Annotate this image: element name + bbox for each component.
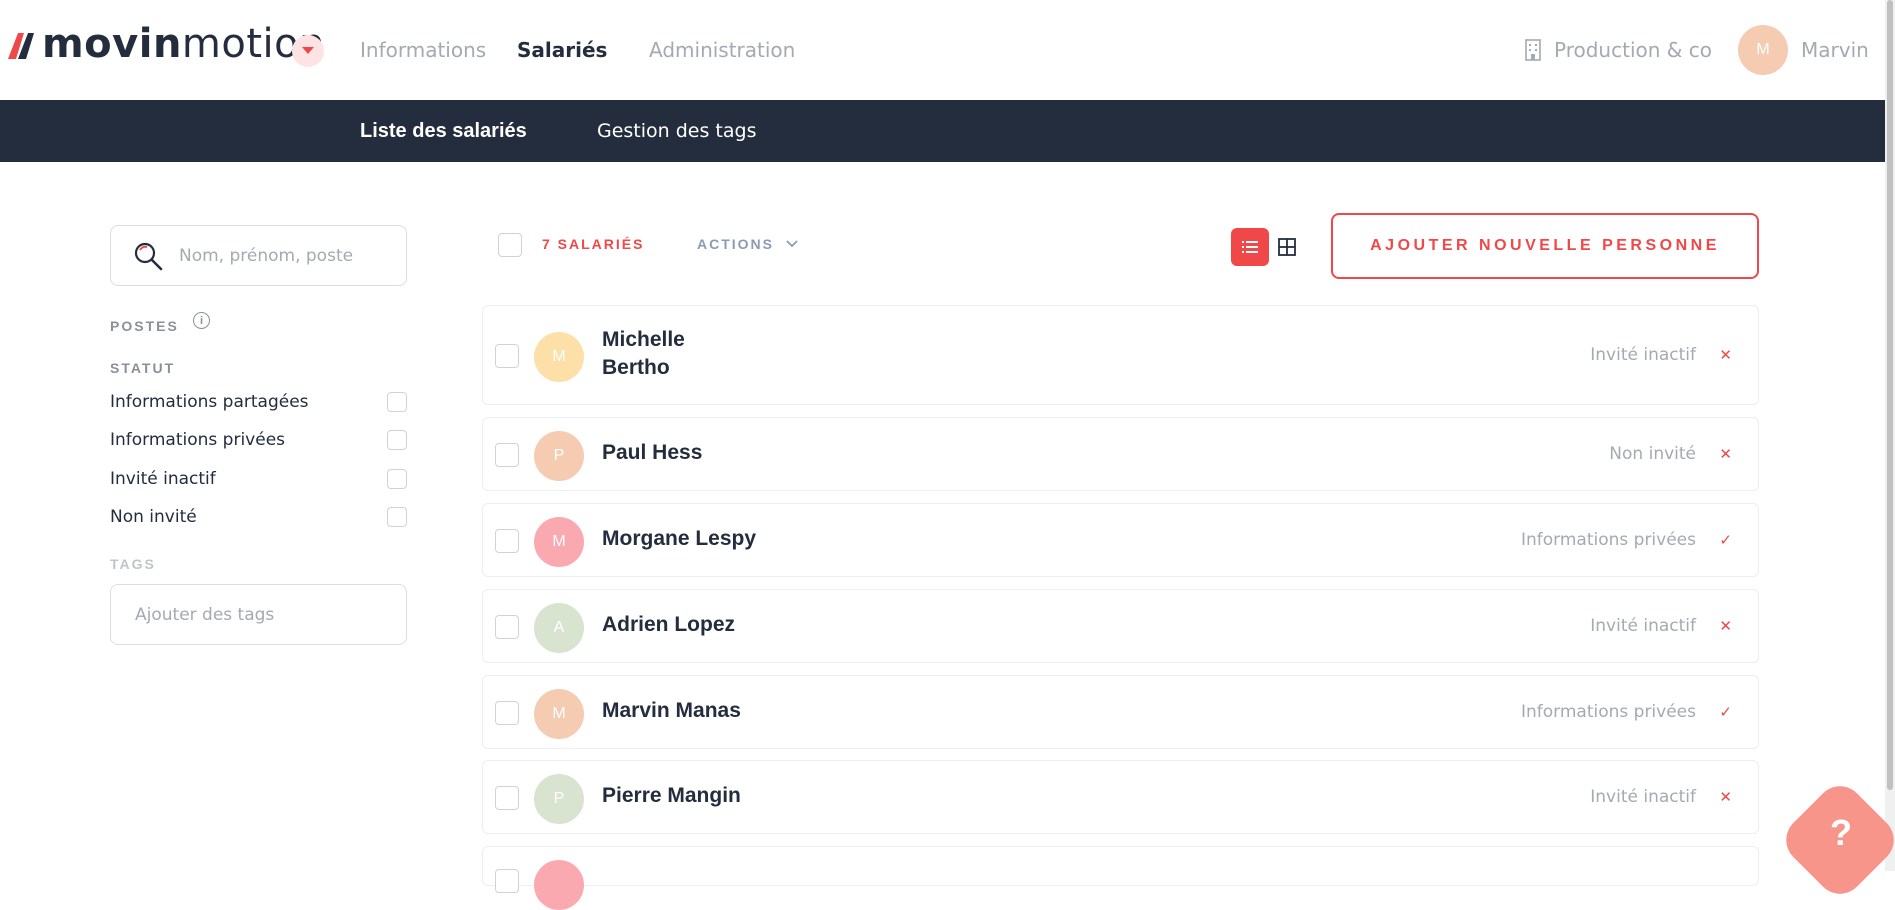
filter-checkbox[interactable] xyxy=(387,469,407,489)
filter-statut-title: STATUT xyxy=(110,360,176,376)
grid-view-icon[interactable] xyxy=(1278,238,1296,256)
status-label: Invité inactif xyxy=(1590,787,1696,807)
employee-name[interactable]: Paul Hess xyxy=(602,439,702,467)
actions-dropdown[interactable]: ACTIONS xyxy=(697,236,798,252)
avatar: M xyxy=(534,332,584,382)
avatar: P xyxy=(534,431,584,481)
employee-name[interactable]: Michelle Bertho xyxy=(602,326,685,382)
company-name: Production & co xyxy=(1554,38,1712,62)
employee-row[interactable]: P Pierre Mangin Invité inactif ✕ xyxy=(482,760,1759,834)
sub-navigation-bar: Liste des salariés Gestion des tags xyxy=(0,100,1885,162)
status-icon: ✕ xyxy=(1719,347,1732,364)
employee-row[interactable]: M Michelle Bertho Invité inactif ✕ xyxy=(482,305,1759,405)
avatar: M xyxy=(534,689,584,739)
movinmotion-logo[interactable]: movin motion xyxy=(6,21,325,67)
nav-salaries[interactable]: Salariés xyxy=(517,38,607,62)
tab-liste-des-salaries[interactable]: Liste des salariés xyxy=(360,120,527,143)
filter-checkbox[interactable] xyxy=(387,392,407,412)
status-label: Informations privées xyxy=(1520,702,1696,722)
avatar: P xyxy=(534,774,584,824)
tab-gestion-des-tags[interactable]: Gestion des tags xyxy=(597,120,757,142)
status-label: Invité inactif xyxy=(1590,616,1696,636)
page-scrollbar[interactable] xyxy=(1885,0,1895,871)
add-new-person-button[interactable]: AJOUTER NOUVELLE PERSONNE xyxy=(1331,213,1759,279)
status-label: Non invité xyxy=(1609,444,1696,464)
nav-administration[interactable]: Administration xyxy=(649,38,795,62)
info-icon[interactable]: i xyxy=(193,312,210,329)
user-name[interactable]: Marvin xyxy=(1801,38,1869,62)
filter-option[interactable]: Invité inactif xyxy=(110,467,407,491)
avatar xyxy=(534,860,584,910)
filter-option[interactable]: Informations privées xyxy=(110,428,407,452)
filter-option[interactable]: Non invité xyxy=(110,505,407,529)
status-label: Informations privées xyxy=(1520,530,1696,550)
employee-row[interactable]: M Morgane Lespy Informations privées ✓ xyxy=(482,503,1759,577)
search-box xyxy=(110,225,407,286)
employee-first-name: Michelle xyxy=(602,328,685,351)
employee-name[interactable]: Pierre Mangin xyxy=(602,782,741,810)
employee-row[interactable]: A Adrien Lopez Invité inactif ✕ xyxy=(482,589,1759,663)
employee-row[interactable]: P Paul Hess Non invité ✕ xyxy=(482,417,1759,491)
employee-count: 7 SALARIÉS xyxy=(542,236,645,252)
filter-checkbox[interactable] xyxy=(387,507,407,527)
company-selector[interactable]: Production & co xyxy=(1524,38,1712,62)
status-label: Invité inactif xyxy=(1590,345,1696,365)
tags-input[interactable]: Ajouter des tags xyxy=(110,584,407,645)
filter-option[interactable]: Informations partagées xyxy=(110,390,407,414)
status-icon: ✕ xyxy=(1719,618,1732,635)
filter-option-label: Informations partagées xyxy=(110,392,309,412)
help-icon[interactable]: ? xyxy=(1820,812,1862,854)
building-icon xyxy=(1525,39,1541,61)
row-checkbox[interactable] xyxy=(495,529,519,553)
search-input[interactable] xyxy=(179,245,379,266)
top-navigation-bar: movin motion Informations Salariés Admini… xyxy=(0,0,1885,100)
employee-row[interactable]: M Marvin Manas Informations privées ✓ xyxy=(482,675,1759,749)
employee-name[interactable]: Marvin Manas xyxy=(602,697,741,725)
employee-name[interactable]: Adrien Lopez xyxy=(602,611,735,639)
employee-last-name: Bertho xyxy=(602,356,670,379)
row-checkbox[interactable] xyxy=(495,701,519,725)
filter-option-label: Non invité xyxy=(110,507,197,527)
logo-mark-icon xyxy=(8,33,34,59)
status-icon: ✕ xyxy=(1719,789,1732,806)
search-icon xyxy=(134,242,163,270)
logo-text-bold: movin xyxy=(42,21,182,67)
employee-row-partial[interactable] xyxy=(482,846,1759,910)
row-checkbox[interactable] xyxy=(495,443,519,467)
status-icon: ✕ xyxy=(1719,446,1732,463)
user-avatar[interactable]: M xyxy=(1738,25,1788,75)
chevron-down-icon xyxy=(786,240,798,248)
employee-name[interactable]: Morgane Lespy xyxy=(602,525,756,553)
caret-down-icon xyxy=(302,47,314,54)
select-all-checkbox[interactable] xyxy=(498,233,522,257)
row-checkbox[interactable] xyxy=(495,869,519,893)
filter-tags-title: TAGS xyxy=(110,556,156,572)
row-checkbox[interactable] xyxy=(495,615,519,639)
nav-informations[interactable]: Informations xyxy=(360,38,486,62)
avatar: M xyxy=(534,517,584,567)
filter-checkbox[interactable] xyxy=(387,430,407,450)
scrollbar-thumb[interactable] xyxy=(1887,0,1893,790)
status-icon: ✓ xyxy=(1719,532,1732,549)
app-switcher-dropdown-button[interactable] xyxy=(292,35,324,67)
filter-postes-title[interactable]: POSTES xyxy=(110,318,179,334)
actions-label: ACTIONS xyxy=(697,236,774,252)
row-checkbox[interactable] xyxy=(495,786,519,810)
list-view-button[interactable] xyxy=(1231,228,1269,266)
avatar: A xyxy=(534,603,584,653)
row-checkbox[interactable] xyxy=(495,344,519,368)
filter-option-label: Informations privées xyxy=(110,430,286,450)
filter-option-label: Invité inactif xyxy=(110,469,216,489)
list-view-icon xyxy=(1242,241,1258,253)
status-icon: ✓ xyxy=(1719,704,1732,721)
